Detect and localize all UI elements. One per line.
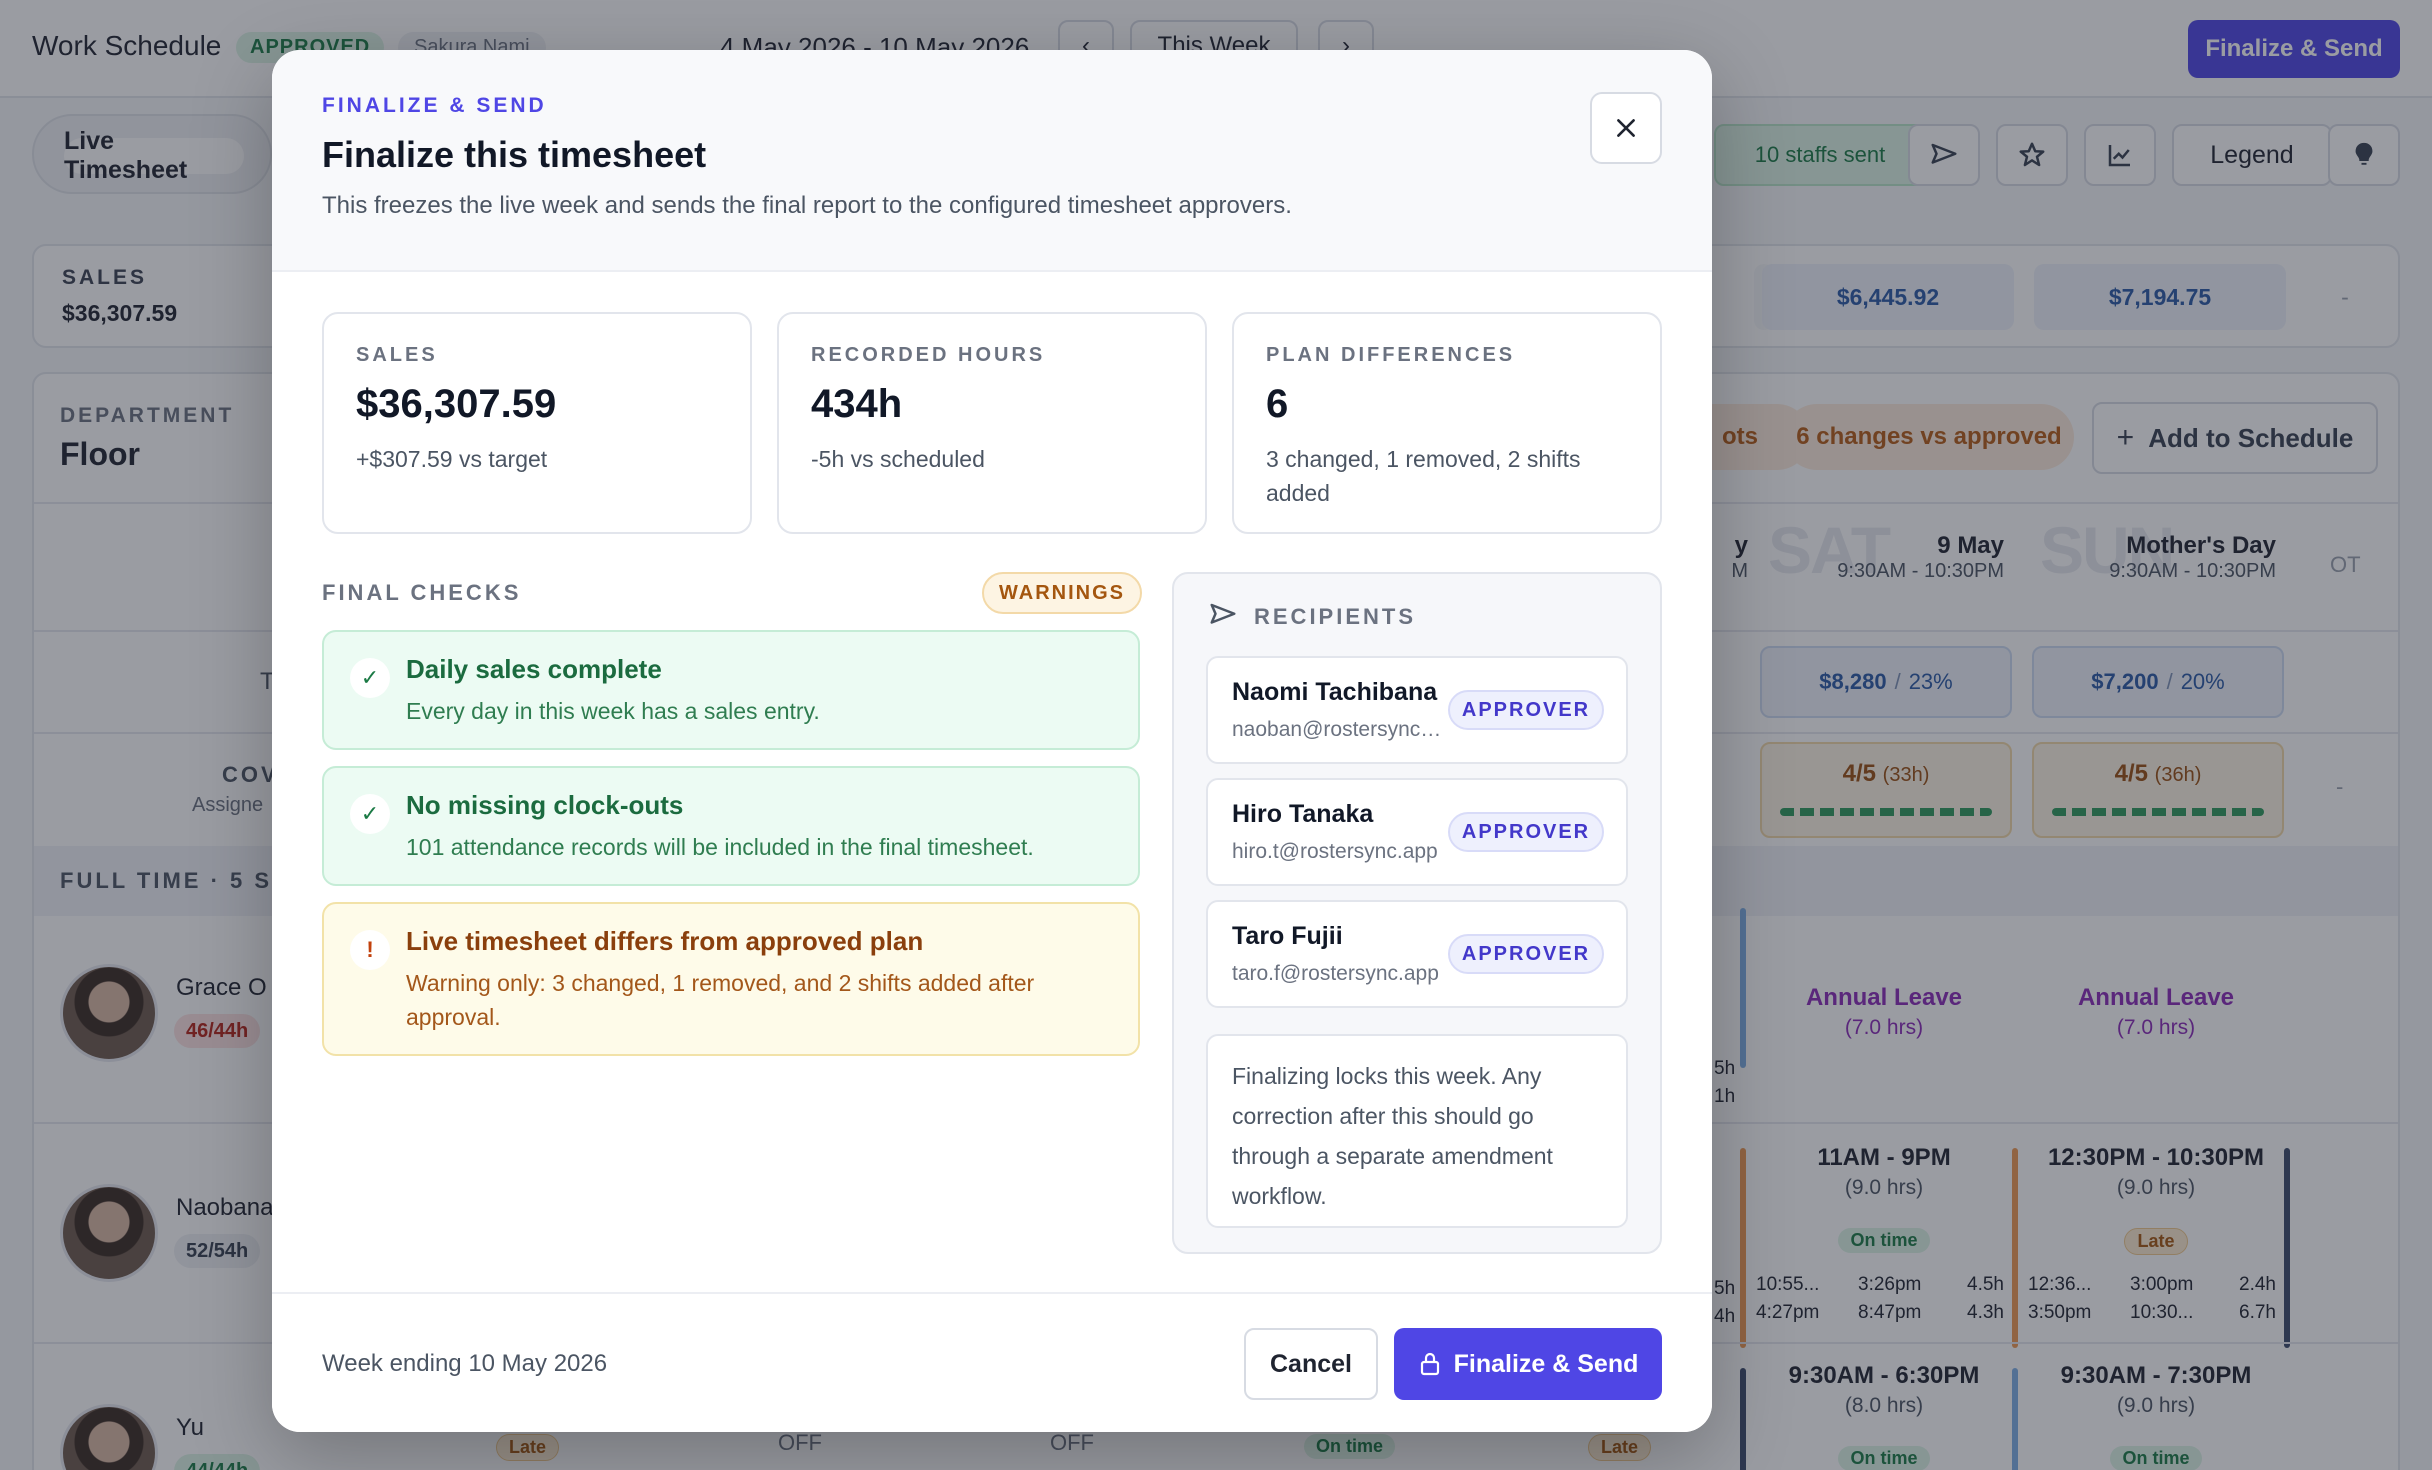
stat-label: RECORDED HOURS bbox=[811, 344, 1046, 366]
stat-value: 434h bbox=[811, 382, 903, 426]
check-icon: ✓ bbox=[350, 658, 390, 698]
alert-icon: ! bbox=[350, 930, 390, 970]
stat-label: PLAN DIFFERENCES bbox=[1266, 344, 1516, 366]
warnings-badge: WARNINGS bbox=[982, 572, 1142, 614]
modal-header: FINALIZE & SEND Finalize this timesheet … bbox=[272, 50, 1712, 272]
finalize-modal: FINALIZE & SEND Finalize this timesheet … bbox=[272, 50, 1712, 1432]
final-checks-label: FINAL CHECKS bbox=[322, 580, 522, 605]
modal-subtitle: This freezes the live week and sends the… bbox=[322, 192, 1292, 219]
stat-note: +$307.59 vs target bbox=[356, 446, 548, 472]
stat-label: SALES bbox=[356, 344, 438, 366]
finalize-send-label: Finalize & Send bbox=[1453, 1349, 1639, 1378]
recipient-email: naoban@rostersync.app bbox=[1232, 718, 1444, 741]
recipient-name: Naomi Tachibana bbox=[1232, 678, 1438, 706]
check-icon: ✓ bbox=[350, 794, 390, 834]
send-icon bbox=[1210, 603, 1236, 624]
modal-title: Finalize this timesheet bbox=[322, 134, 707, 175]
recipient-email: hiro.t@rostersync.app bbox=[1232, 840, 1438, 863]
modal-footer: Week ending 10 May 2026 Cancel Finalize … bbox=[272, 1292, 1712, 1432]
stat-value: 6 bbox=[1266, 382, 1289, 426]
modal-eyebrow: FINALIZE & SEND bbox=[322, 94, 547, 117]
week-ending: Week ending 10 May 2026 bbox=[322, 1350, 608, 1377]
check-title: No missing clock-outs bbox=[406, 790, 684, 820]
finalize-send-button[interactable]: Finalize & Send bbox=[1394, 1328, 1662, 1400]
check-desc: Every day in this week has a sales entry… bbox=[406, 698, 820, 724]
stat-value: $36,307.59 bbox=[356, 382, 557, 426]
stat-card-sales: SALES $36,307.59 +$307.59 vs target bbox=[322, 312, 752, 534]
recipients-panel: RECIPIENTS Naomi Tachibana naoban@roster… bbox=[1172, 572, 1662, 1254]
role-badge: APPROVER bbox=[1448, 812, 1604, 852]
check-clock-outs: ✓ No missing clock-outs 101 attendance r… bbox=[322, 766, 1140, 886]
recipient-name: Taro Fujii bbox=[1232, 922, 1343, 950]
recipient-card[interactable]: Taro Fujii taro.f@rostersync.app APPROVE… bbox=[1206, 900, 1628, 1008]
lock-note: Finalizing locks this week. Any correcti… bbox=[1206, 1034, 1628, 1228]
check-desc: 101 attendance records will be included … bbox=[406, 834, 1034, 860]
stat-note: 3 changed, 1 removed, 2 shifts added bbox=[1266, 446, 1581, 506]
recipient-name: Hiro Tanaka bbox=[1232, 800, 1374, 828]
check-daily-sales: ✓ Daily sales complete Every day in this… bbox=[322, 630, 1140, 750]
role-badge: APPROVER bbox=[1448, 934, 1604, 974]
recipients-label: RECIPIENTS bbox=[1254, 604, 1417, 629]
stat-card-recorded-hours: RECORDED HOURS 434h -5h vs scheduled bbox=[777, 312, 1207, 534]
check-title: Daily sales complete bbox=[406, 654, 662, 684]
role-badge: APPROVER bbox=[1448, 690, 1604, 730]
lock-icon bbox=[1420, 1352, 1439, 1376]
recipient-card[interactable]: Hiro Tanaka hiro.t@rostersync.app APPROV… bbox=[1206, 778, 1628, 886]
close-icon bbox=[1617, 119, 1635, 137]
recipient-card[interactable]: Naomi Tachibana naoban@rostersync.app AP… bbox=[1206, 656, 1628, 764]
check-title: Live timesheet differs from approved pla… bbox=[406, 926, 924, 956]
check-plan-differs: ! Live timesheet differs from approved p… bbox=[322, 902, 1140, 1056]
stat-note: -5h vs scheduled bbox=[811, 446, 985, 472]
recipient-email: taro.f@rostersync.app bbox=[1232, 962, 1439, 985]
stat-card-plan-differences: PLAN DIFFERENCES 6 3 changed, 1 removed,… bbox=[1232, 312, 1662, 534]
check-desc: Warning only: 3 changed, 1 removed, and … bbox=[406, 970, 1035, 1030]
close-button[interactable] bbox=[1590, 92, 1662, 164]
cancel-button[interactable]: Cancel bbox=[1244, 1328, 1378, 1400]
